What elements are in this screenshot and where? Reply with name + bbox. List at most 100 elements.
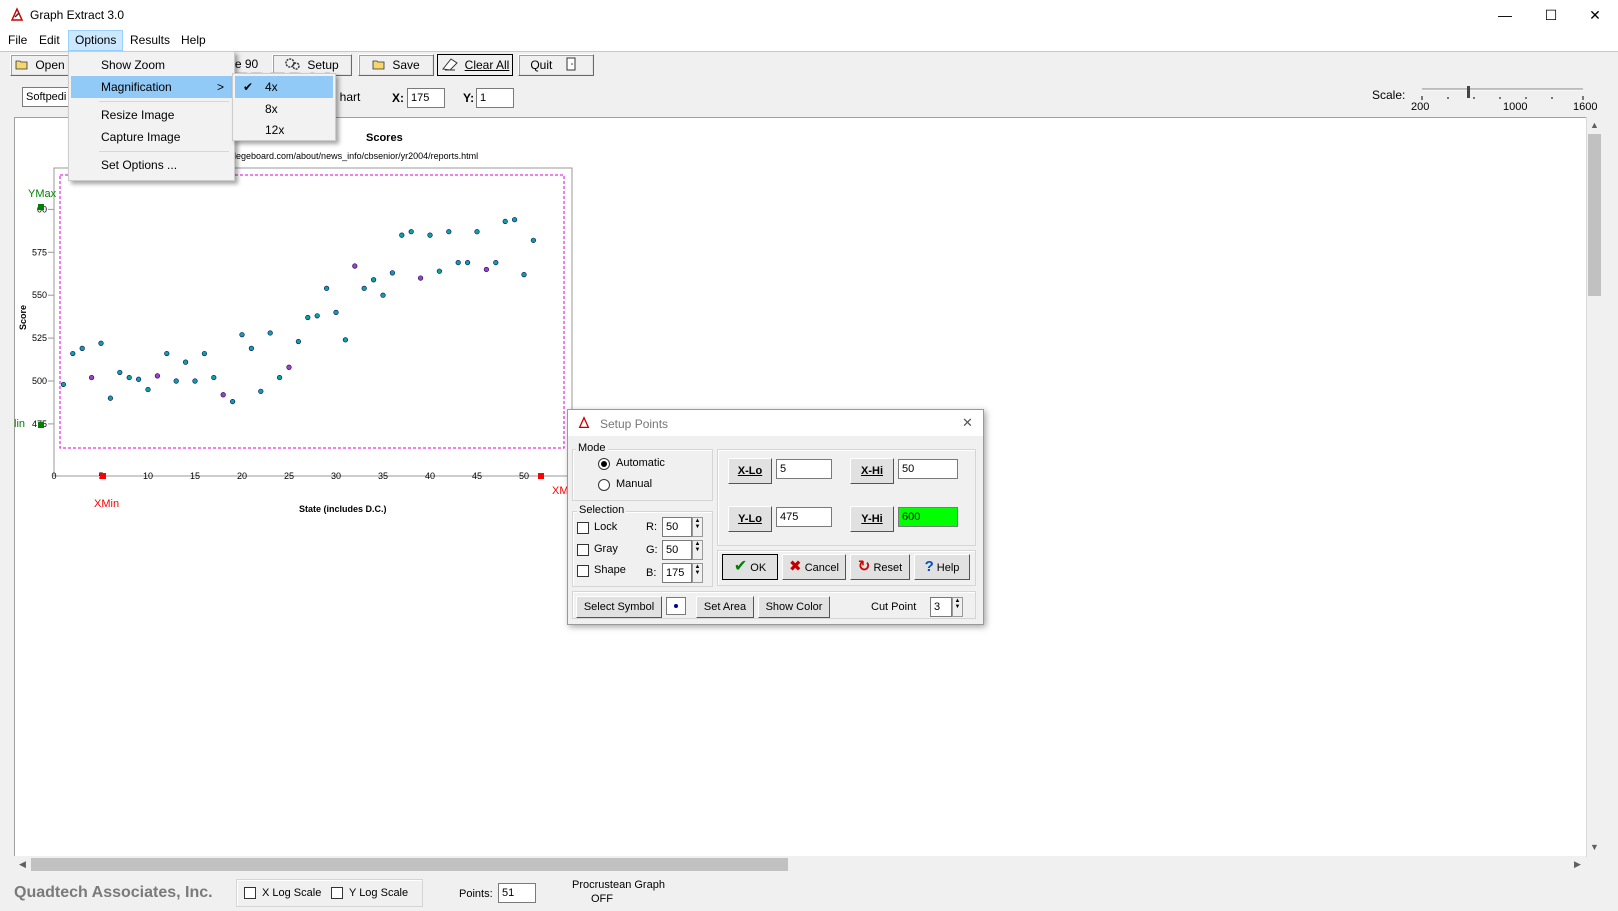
procrustean-state: OFF — [591, 893, 613, 905]
data-point — [79, 345, 85, 351]
help-label: Help — [936, 562, 960, 574]
scale-tick-mid: 1000 — [1503, 101, 1528, 113]
show-color-button[interactable]: Show Color — [758, 596, 830, 618]
clear-all-button[interactable]: Clear All — [437, 54, 513, 76]
menu-resize-image[interactable]: Resize Image — [71, 104, 232, 126]
open-button[interactable]: Open — [10, 54, 70, 76]
y-coordinate-field[interactable]: 1 — [476, 88, 514, 108]
menu-show-zoom[interactable]: Show Zoom — [71, 54, 232, 76]
data-point — [342, 337, 349, 343]
cut-point-spinner[interactable]: ▲ ▼ — [952, 597, 963, 617]
y-tick-label: 500 — [32, 376, 47, 386]
gray-checkbox[interactable] — [577, 544, 589, 556]
chart-button[interactable]: hart — [335, 87, 365, 109]
reset-icon: ↻ — [857, 558, 871, 575]
scroll-down-icon[interactable]: ▼ — [1586, 839, 1603, 856]
x-coordinate-label: X: — [392, 91, 404, 105]
horizontal-scroll-thumb[interactable] — [31, 858, 788, 871]
menu-mag-8x[interactable]: 8x — [235, 98, 333, 120]
manual-radio[interactable] — [598, 479, 610, 491]
x-log-scale-checkbox[interactable] — [244, 887, 256, 899]
y-tick-label: 550 — [32, 290, 47, 300]
y-tick-label: 525 — [32, 333, 47, 343]
save-label: Save — [392, 58, 420, 72]
data-point — [154, 373, 160, 379]
data-point — [436, 268, 443, 274]
y-log-scale-checkbox[interactable] — [331, 887, 343, 899]
plot-frame — [53, 167, 573, 477]
points-label: Points: — [459, 888, 493, 900]
menu-capture-image[interactable]: Capture Image — [71, 126, 232, 148]
x-tick-label: 0 — [51, 471, 56, 481]
data-point — [380, 292, 386, 298]
b-spinner[interactable]: ▲ ▼ — [692, 563, 703, 583]
clear-all-label: Clear All — [464, 58, 510, 72]
xmax-marker — [538, 473, 544, 479]
data-point — [333, 309, 339, 315]
b-field[interactable]: 175 — [662, 563, 692, 583]
vertical-scroll-thumb[interactable] — [1588, 134, 1601, 296]
menu-mag-12x[interactable]: 12x — [235, 119, 333, 141]
data-point — [286, 364, 292, 370]
menu-options[interactable]: Options — [68, 30, 124, 51]
data-point — [135, 376, 142, 382]
data-point — [126, 374, 132, 381]
automatic-radio[interactable] — [598, 458, 610, 470]
lock-checkbox[interactable] — [577, 522, 589, 534]
ok-button[interactable]: ✔ OK — [722, 554, 778, 580]
cut-point-field[interactable]: 3 — [930, 597, 952, 617]
app-logo-icon — [10, 7, 24, 21]
ok-label: OK — [750, 562, 767, 574]
y-log-scale-label: Y Log Scale — [349, 887, 409, 899]
data-point — [427, 232, 433, 238]
scroll-up-icon[interactable]: ▲ — [1586, 117, 1603, 134]
x-lo-button[interactable]: X-Lo — [728, 458, 772, 484]
r-field[interactable]: 50 — [662, 517, 692, 537]
y-lo-field[interactable]: 475 — [776, 507, 832, 527]
data-point — [267, 330, 273, 336]
minimize-button[interactable]: — — [1482, 0, 1528, 30]
menu-mag-4x[interactable]: ✔ 4x — [235, 76, 333, 98]
menu-separator — [99, 101, 229, 102]
reset-button[interactable]: ↻ Reset — [850, 554, 910, 580]
shape-checkbox[interactable] — [577, 565, 589, 577]
y-lo-button[interactable]: Y-Lo — [728, 506, 772, 532]
menu-set-options[interactable]: Set Options ... — [71, 154, 232, 176]
ymin-marker-label: lin — [14, 418, 25, 430]
folder-open-icon — [15, 57, 29, 77]
cancel-button[interactable]: ✖ Cancel — [782, 554, 846, 580]
g-field[interactable]: 50 — [662, 540, 692, 560]
save-button[interactable]: Save — [358, 54, 434, 76]
select-symbol-button[interactable]: Select Symbol — [576, 596, 662, 618]
x-coordinate-field[interactable]: 175 — [407, 88, 445, 108]
g-spinner[interactable]: ▲ ▼ — [692, 540, 703, 560]
close-window-button[interactable]: ✕ — [1572, 0, 1618, 30]
help-button[interactable]: ? Help — [914, 554, 970, 580]
image-name-field[interactable]: Softpedi — [22, 87, 70, 107]
x-log-scale-label: X Log Scale — [262, 887, 322, 899]
menu-edit[interactable]: Edit — [33, 30, 66, 51]
x-lo-field[interactable]: 5 — [776, 459, 832, 479]
dialog-app-icon — [578, 416, 590, 429]
scale-slider[interactable] — [1418, 86, 1586, 102]
menu-results[interactable]: Results — [124, 30, 176, 51]
data-point — [371, 277, 377, 283]
y-hi-field[interactable]: 600 — [898, 507, 958, 527]
maximize-button[interactable]: ☐ — [1528, 0, 1574, 30]
data-point — [117, 369, 123, 376]
scroll-right-icon[interactable]: ▶ — [1569, 856, 1586, 873]
symbol-preview — [666, 597, 686, 615]
x-hi-field[interactable]: 50 — [898, 459, 958, 479]
menu-file[interactable]: File — [2, 30, 33, 51]
x-tick-label: 10 — [143, 471, 153, 481]
dialog-close-button[interactable]: ✕ — [962, 415, 973, 431]
y-hi-button[interactable]: Y-Hi — [850, 506, 894, 532]
x-hi-button[interactable]: X-Hi — [850, 458, 894, 484]
menu-help[interactable]: Help — [175, 30, 212, 51]
set-area-button[interactable]: Set Area — [696, 596, 754, 618]
title-bar — [0, 0, 1618, 30]
scroll-left-icon[interactable]: ◀ — [14, 856, 31, 873]
r-spinner[interactable]: ▲ ▼ — [692, 517, 703, 537]
menu-magnification[interactable]: Magnification > — [71, 76, 232, 98]
quit-button[interactable]: Quit — [518, 54, 594, 76]
